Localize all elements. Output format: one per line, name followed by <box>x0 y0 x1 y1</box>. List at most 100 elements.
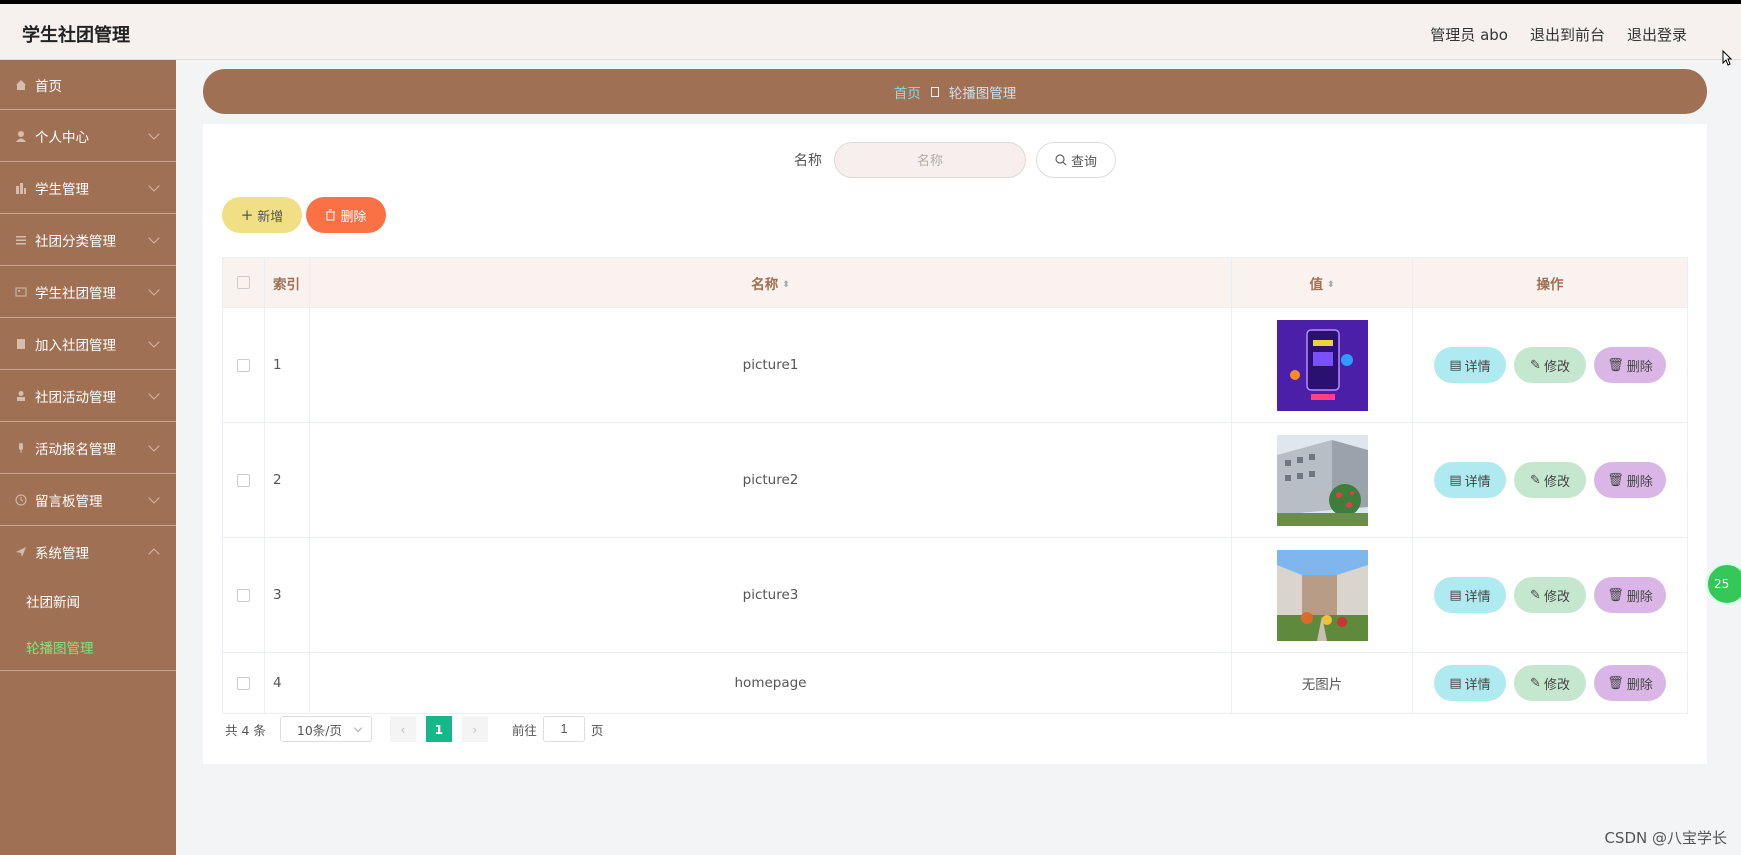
content-panel: 名称 查询 + 新增 删除 索引 名称⬍ 值 <box>203 124 1707 764</box>
delete-button[interactable]: 🗑 删除 <box>1594 577 1666 613</box>
sidebar-item-system[interactable]: 系统管理 <box>0 526 176 578</box>
row-index: 4 <box>264 652 310 714</box>
sidebar-item-student-club[interactable]: 学生社团管理 <box>0 266 176 318</box>
row-checkbox[interactable] <box>237 473 250 487</box>
sidebar-subitem-club-news[interactable]: 社团新闻 <box>0 578 176 624</box>
page-number-current[interactable]: 1 <box>425 716 452 742</box>
row-checkbox[interactable] <box>237 588 250 602</box>
add-button-label: 新增 <box>257 209 284 225</box>
select-all-checkbox[interactable] <box>237 276 250 289</box>
sidebar-item-label: 加入社团管理 <box>35 337 116 354</box>
trash-icon: 🗑 <box>1607 357 1624 373</box>
watermark: CSDN @八宝学长 <box>1604 829 1727 847</box>
detail-button[interactable]: ▤ 详情 <box>1434 347 1506 383</box>
query-button[interactable]: 查询 <box>1036 142 1116 178</box>
trash-icon <box>326 209 336 221</box>
sidebar-item-message-board[interactable]: 留言板管理 <box>0 474 176 526</box>
sidebar-item-club-activity[interactable]: 社团活动管理 <box>0 370 176 422</box>
batch-delete-button[interactable]: 删除 <box>306 197 386 233</box>
goto-page-input[interactable] <box>542 716 585 742</box>
query-button-label: 查询 <box>1070 154 1097 170</box>
search-input[interactable] <box>834 142 1026 178</box>
row-value <box>1231 307 1413 423</box>
column-header-value[interactable]: 值 ⬍ <box>1231 257 1413 308</box>
detail-button[interactable]: ▤ 详情 <box>1434 462 1506 498</box>
breadcrumb-current: 轮播图管理 <box>948 85 1017 102</box>
delete-button[interactable]: 🗑 删除 <box>1594 462 1666 498</box>
batch-delete-button-label: 删除 <box>340 209 367 225</box>
list-icon <box>14 233 28 247</box>
sidebar-item-label: 系统管理 <box>35 546 89 562</box>
pen-icon: ✎ <box>1530 472 1541 488</box>
edit-button[interactable]: ✎ 修改 <box>1514 347 1586 383</box>
image-icon <box>14 285 28 299</box>
sidebar-subitem-carousel[interactable]: 轮播图管理 <box>0 624 176 670</box>
edit-button[interactable]: ✎ 修改 <box>1514 665 1586 701</box>
chevron-down-icon <box>148 180 160 192</box>
row-value <box>1231 422 1413 538</box>
detail-icon: ▤ <box>1449 587 1462 603</box>
chevron-down-icon <box>148 336 160 348</box>
page-size-select[interactable]: 10条/页 <box>279 716 372 742</box>
detail-button[interactable]: ▤ 详情 <box>1434 577 1506 613</box>
sidebar-item-label: 学生管理 <box>35 181 89 198</box>
breadcrumb-home[interactable]: 首页 <box>894 82 921 102</box>
edit-button[interactable]: ✎ 修改 <box>1514 577 1586 613</box>
chevron-down-icon <box>148 128 160 140</box>
row-name: picture1 <box>309 307 1232 423</box>
edit-button[interactable]: ✎ 修改 <box>1514 462 1586 498</box>
sidebar-item-label: 社团分类管理 <box>35 233 116 250</box>
person-icon <box>14 389 28 403</box>
chevron-left-icon: ‹ <box>400 721 406 737</box>
plus-icon: + <box>240 206 254 224</box>
chevron-down-icon <box>148 232 160 244</box>
current-user: 管理员 abo <box>1430 26 1508 44</box>
sidebar-item-students[interactable]: 学生管理 <box>0 162 176 214</box>
carousel-thumbnail-1[interactable] <box>1276 319 1368 411</box>
column-header-name[interactable]: 名称 ⬍ <box>309 257 1232 308</box>
chevron-down-icon <box>148 440 160 452</box>
sidebar-item-join-club[interactable]: 加入社团管理 <box>0 318 176 370</box>
sidebar-item-club-category[interactable]: 社团分类管理 <box>0 214 176 266</box>
sidebar-item-home[interactable]: 首页 <box>0 60 176 110</box>
table-row: 1 picture1 ▤ 详情 ✎ 修改 🗑 删除 <box>222 307 1688 423</box>
row-index: 3 <box>264 537 310 653</box>
column-header-index: 索引 <box>264 257 310 308</box>
breadcrumb-separator-icon <box>930 86 939 97</box>
row-name: picture2 <box>309 422 1232 538</box>
row-checkbox[interactable] <box>237 676 250 690</box>
sidebar-item-label: 留言板管理 <box>35 493 103 510</box>
table-row: 3 picture3 ▤ 详情 ✎ 修改 🗑 删除 <box>222 537 1688 653</box>
table-header-row: 索引 名称 ⬍ 值 ⬍ 操作 <box>222 257 1688 308</box>
goto-suffix: 页 <box>590 722 604 738</box>
chevron-down-icon <box>148 492 160 504</box>
sidebar: 首页 个人中心 学生管理 社团分类管理 学生社团管理 加入社团管理 社团活动管理… <box>0 60 176 855</box>
row-checkbox[interactable] <box>237 358 250 372</box>
detail-button[interactable]: ▤ 详情 <box>1434 665 1506 701</box>
send-icon <box>14 545 28 559</box>
trash-icon: 🗑 <box>1607 675 1624 691</box>
to-front-link[interactable]: 退出到前台 <box>1530 24 1605 45</box>
top-header: 学生社团管理 管理员 abo 退出到前台 退出登录 <box>0 4 1741 60</box>
breadcrumb: 首页 轮播图管理 <box>203 69 1707 114</box>
row-name: homepage <box>309 652 1232 714</box>
pen-icon: ✎ <box>1530 357 1541 373</box>
search-icon <box>1055 154 1067 166</box>
home-icon <box>14 78 28 92</box>
logout-link[interactable]: 退出登录 <box>1627 24 1687 45</box>
delete-button[interactable]: 🗑 删除 <box>1594 665 1666 701</box>
pagination: 共 4 条 10条/页 ‹ 1 › 前往 页 <box>225 716 603 742</box>
sidebar-item-activity-signup[interactable]: 活动报名管理 <box>0 422 176 474</box>
next-page-button[interactable]: › <box>461 716 488 742</box>
trash-icon: 🗑 <box>1607 587 1624 603</box>
floating-badge[interactable]: 25 <box>1705 562 1741 606</box>
sidebar-item-personal[interactable]: 个人中心 <box>0 110 176 162</box>
carousel-thumbnail-3[interactable] <box>1276 549 1368 641</box>
carousel-thumbnail-2[interactable] <box>1276 434 1368 526</box>
prev-page-button[interactable]: ‹ <box>389 716 416 742</box>
delete-button[interactable]: 🗑 删除 <box>1594 347 1666 383</box>
user-icon <box>14 129 28 143</box>
add-button[interactable]: + 新增 <box>222 197 302 233</box>
carousel-table: 索引 名称 ⬍ 值 ⬍ 操作 1 picture1 ▤ 详情 ✎ 修改 🗑 删除… <box>222 257 1688 714</box>
sidebar-item-label: 学生社团管理 <box>35 285 116 302</box>
